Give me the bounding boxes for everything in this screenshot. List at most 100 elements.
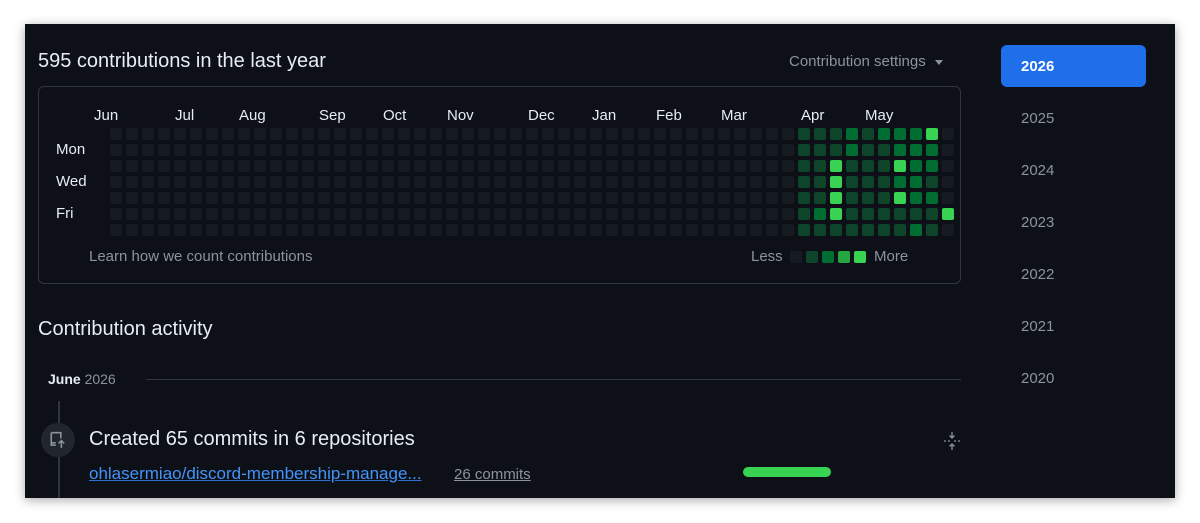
- contribution-day-cell[interactable]: [286, 144, 298, 156]
- contribution-day-cell[interactable]: [286, 176, 298, 188]
- contribution-day-cell[interactable]: [878, 128, 890, 140]
- contribution-day-cell[interactable]: [190, 144, 202, 156]
- contribution-day-cell[interactable]: [462, 176, 474, 188]
- contribution-day-cell[interactable]: [526, 208, 538, 220]
- contribution-day-cell[interactable]: [574, 144, 586, 156]
- contribution-day-cell[interactable]: [814, 208, 826, 220]
- contribution-day-cell[interactable]: [750, 128, 762, 140]
- contribution-day-cell[interactable]: [686, 208, 698, 220]
- contribution-day-cell[interactable]: [910, 192, 922, 204]
- contribution-day-cell[interactable]: [878, 192, 890, 204]
- year-button-2026[interactable]: 2026: [1001, 45, 1146, 87]
- contribution-day-cell[interactable]: [558, 160, 570, 172]
- contribution-day-cell[interactable]: [382, 224, 394, 236]
- contribution-day-cell[interactable]: [942, 176, 954, 188]
- contribution-day-cell[interactable]: [494, 160, 506, 172]
- contribution-day-cell[interactable]: [734, 192, 746, 204]
- contribution-day-cell[interactable]: [670, 176, 682, 188]
- contribution-day-cell[interactable]: [686, 192, 698, 204]
- contribution-day-cell[interactable]: [142, 144, 154, 156]
- contribution-day-cell[interactable]: [526, 160, 538, 172]
- contribution-day-cell[interactable]: [574, 176, 586, 188]
- contribution-day-cell[interactable]: [206, 176, 218, 188]
- contribution-day-cell[interactable]: [526, 144, 538, 156]
- contribution-day-cell[interactable]: [654, 176, 666, 188]
- contribution-day-cell[interactable]: [638, 128, 650, 140]
- contribution-day-cell[interactable]: [862, 224, 874, 236]
- repo-commit-count-link[interactable]: 26 commits: [454, 466, 531, 483]
- contribution-day-cell[interactable]: [334, 208, 346, 220]
- contribution-day-cell[interactable]: [622, 128, 634, 140]
- contribution-day-cell[interactable]: [894, 176, 906, 188]
- contribution-day-cell[interactable]: [446, 128, 458, 140]
- contribution-day-cell[interactable]: [270, 176, 282, 188]
- contribution-day-cell[interactable]: [558, 192, 570, 204]
- contribution-day-cell[interactable]: [478, 160, 490, 172]
- contribution-day-cell[interactable]: [414, 208, 426, 220]
- contribution-day-cell[interactable]: [654, 224, 666, 236]
- contribution-day-cell[interactable]: [702, 144, 714, 156]
- contribution-day-cell[interactable]: [638, 224, 650, 236]
- contribution-day-cell[interactable]: [414, 176, 426, 188]
- contribution-day-cell[interactable]: [718, 192, 730, 204]
- contribution-day-cell[interactable]: [942, 224, 954, 236]
- contribution-day-cell[interactable]: [350, 144, 362, 156]
- contribution-day-cell[interactable]: [126, 224, 138, 236]
- contribution-day-cell[interactable]: [510, 224, 522, 236]
- contribution-day-cell[interactable]: [622, 192, 634, 204]
- contribution-day-cell[interactable]: [110, 128, 122, 140]
- contribution-day-cell[interactable]: [558, 224, 570, 236]
- contribution-day-cell[interactable]: [894, 128, 906, 140]
- contribution-day-cell[interactable]: [606, 160, 618, 172]
- contribution-day-cell[interactable]: [382, 160, 394, 172]
- contribution-day-cell[interactable]: [798, 160, 810, 172]
- contribution-day-cell[interactable]: [750, 160, 762, 172]
- contribution-day-cell[interactable]: [478, 176, 490, 188]
- contribution-day-cell[interactable]: [910, 224, 922, 236]
- year-button-2024[interactable]: 2024: [1001, 149, 1146, 191]
- contribution-day-cell[interactable]: [366, 208, 378, 220]
- contribution-day-cell[interactable]: [142, 224, 154, 236]
- contribution-day-cell[interactable]: [734, 144, 746, 156]
- contribution-day-cell[interactable]: [126, 160, 138, 172]
- contribution-day-cell[interactable]: [398, 224, 410, 236]
- contribution-day-cell[interactable]: [942, 128, 954, 140]
- contribution-day-cell[interactable]: [798, 192, 810, 204]
- contribution-day-cell[interactable]: [814, 128, 826, 140]
- contribution-day-cell[interactable]: [926, 144, 938, 156]
- contribution-day-cell[interactable]: [942, 144, 954, 156]
- contribution-day-cell[interactable]: [878, 144, 890, 156]
- contribution-day-cell[interactable]: [670, 208, 682, 220]
- contribution-day-cell[interactable]: [110, 208, 122, 220]
- contribution-day-cell[interactable]: [606, 144, 618, 156]
- contribution-day-cell[interactable]: [110, 176, 122, 188]
- contribution-day-cell[interactable]: [158, 128, 170, 140]
- contribution-day-cell[interactable]: [846, 144, 858, 156]
- contribution-day-cell[interactable]: [318, 144, 330, 156]
- contribution-day-cell[interactable]: [174, 208, 186, 220]
- contribution-day-cell[interactable]: [126, 208, 138, 220]
- contribution-settings-button[interactable]: Contribution settings: [789, 53, 943, 70]
- contribution-day-cell[interactable]: [766, 176, 778, 188]
- contribution-day-cell[interactable]: [926, 128, 938, 140]
- contribution-day-cell[interactable]: [430, 208, 442, 220]
- contribution-day-cell[interactable]: [782, 208, 794, 220]
- contribution-day-cell[interactable]: [910, 144, 922, 156]
- contribution-day-cell[interactable]: [622, 224, 634, 236]
- contribution-day-cell[interactable]: [830, 144, 842, 156]
- contribution-day-cell[interactable]: [142, 176, 154, 188]
- contribution-day-cell[interactable]: [366, 224, 378, 236]
- contribution-day-cell[interactable]: [542, 160, 554, 172]
- contribution-day-cell[interactable]: [238, 192, 250, 204]
- contribution-day-cell[interactable]: [526, 224, 538, 236]
- contribution-day-cell[interactable]: [862, 160, 874, 172]
- contribution-day-cell[interactable]: [350, 160, 362, 172]
- contribution-day-cell[interactable]: [254, 176, 266, 188]
- contribution-day-cell[interactable]: [862, 208, 874, 220]
- contribution-day-cell[interactable]: [142, 160, 154, 172]
- contribution-day-cell[interactable]: [334, 128, 346, 140]
- contribution-day-cell[interactable]: [926, 208, 938, 220]
- year-button-2025[interactable]: 2025: [1001, 97, 1146, 139]
- contribution-day-cell[interactable]: [542, 176, 554, 188]
- contribution-day-cell[interactable]: [766, 128, 778, 140]
